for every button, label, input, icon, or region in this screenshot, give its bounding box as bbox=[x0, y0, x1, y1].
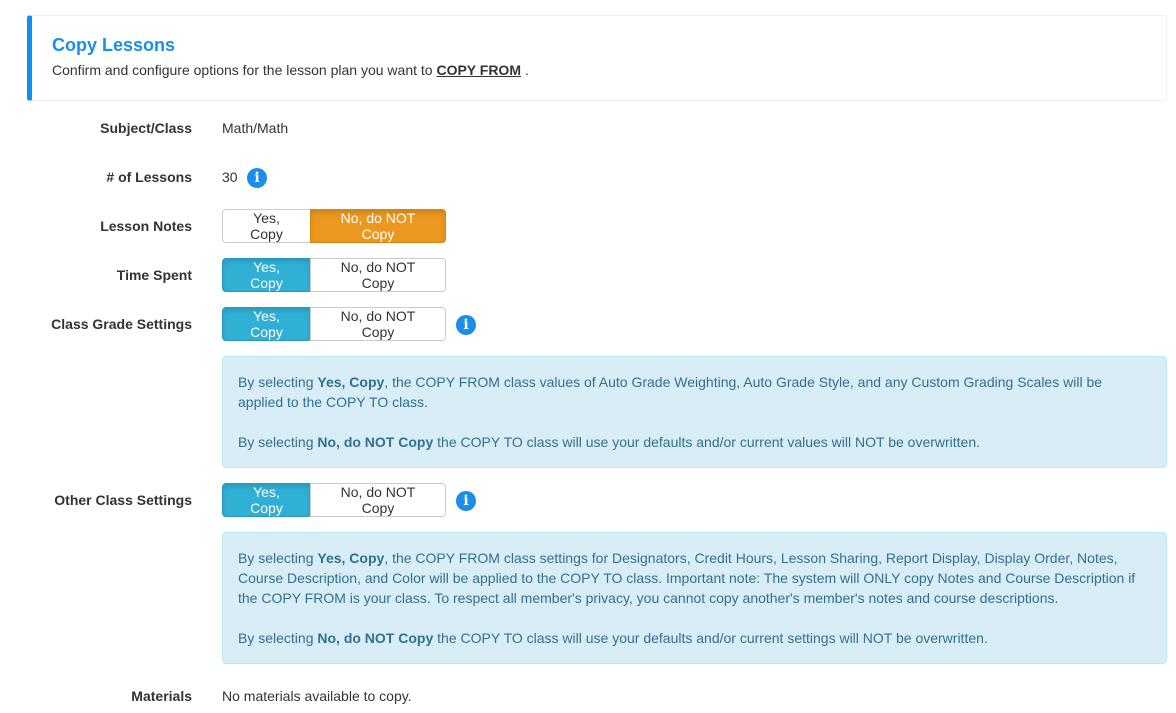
info-no-paragraph: By selecting No, do NOT Copy the COPY TO… bbox=[238, 628, 1151, 648]
info-text: the COPY TO class will use your defaults… bbox=[433, 630, 988, 646]
other-class-settings-info: By selecting Yes, Copy, the COPY FROM cl… bbox=[222, 532, 1167, 664]
class-grade-settings-label: Class Grade Settings bbox=[51, 316, 192, 332]
copy-lessons-header: Copy Lessons Confirm and configure optio… bbox=[27, 15, 1167, 101]
info-bold: No, do NOT Copy bbox=[317, 630, 434, 646]
time-spent-no-button[interactable]: No, do NOT Copy bbox=[310, 258, 446, 292]
class-grade-settings-info: By selecting Yes, Copy, the COPY FROM cl… bbox=[222, 356, 1167, 468]
other-class-settings-toggle: Yes, Copy No, do NOT Copy bbox=[222, 483, 446, 517]
num-lessons-label: # of Lessons bbox=[106, 169, 192, 185]
materials-value: No materials available to copy. bbox=[222, 688, 412, 704]
info-yes-paragraph: By selecting Yes, Copy, the COPY FROM cl… bbox=[238, 372, 1151, 412]
info-text: By selecting bbox=[238, 550, 318, 566]
info-bold: No, do NOT Copy bbox=[317, 434, 434, 450]
info-no-paragraph: By selecting No, do NOT Copy the COPY TO… bbox=[238, 432, 1151, 452]
other-class-settings-no-button[interactable]: No, do NOT Copy bbox=[310, 483, 446, 517]
time-spent-toggle: Yes, Copy No, do NOT Copy bbox=[222, 258, 446, 292]
page-title: Copy Lessons bbox=[52, 35, 176, 55]
lesson-notes-label: Lesson Notes bbox=[100, 218, 192, 234]
lesson-notes-yes-button[interactable]: Yes, Copy bbox=[222, 209, 311, 243]
lesson-notes-toggle: Yes, Copy No, do NOT Copy bbox=[222, 209, 446, 243]
info-icon[interactable]: i bbox=[456, 491, 476, 511]
info-icon[interactable]: i bbox=[456, 315, 476, 335]
subtitle-text: Confirm and configure options for the le… bbox=[52, 62, 437, 78]
info-icon[interactable]: i bbox=[247, 168, 267, 188]
info-bold: Yes, Copy bbox=[317, 550, 385, 566]
info-text: By selecting bbox=[238, 630, 318, 646]
info-text: the COPY TO class will use your defaults… bbox=[433, 434, 981, 450]
info-yes-paragraph: By selecting Yes, Copy, the COPY FROM cl… bbox=[238, 548, 1151, 608]
time-spent-label: Time Spent bbox=[116, 267, 192, 283]
materials-label: Materials bbox=[131, 688, 192, 704]
other-class-settings-label: Other Class Settings bbox=[54, 492, 192, 508]
class-grade-settings-toggle: Yes, Copy No, do NOT Copy bbox=[222, 307, 446, 341]
info-bold: Yes, Copy bbox=[317, 374, 385, 390]
page-subtitle: Confirm and configure options for the le… bbox=[52, 62, 1146, 78]
subject-class-value: Math/Math bbox=[222, 120, 289, 136]
lesson-notes-no-button[interactable]: No, do NOT Copy bbox=[310, 209, 446, 243]
copy-from-emphasis: COPY FROM bbox=[436, 62, 521, 78]
class-grade-settings-no-button[interactable]: No, do NOT Copy bbox=[310, 307, 446, 341]
subject-class-label: Subject/Class bbox=[100, 120, 192, 136]
subtitle-suffix: . bbox=[520, 62, 529, 78]
class-grade-settings-yes-button[interactable]: Yes, Copy bbox=[222, 307, 311, 341]
info-text: By selecting bbox=[238, 434, 318, 450]
other-class-settings-yes-button[interactable]: Yes, Copy bbox=[222, 483, 311, 517]
time-spent-yes-button[interactable]: Yes, Copy bbox=[222, 258, 311, 292]
num-lessons-value: 30 bbox=[222, 169, 238, 185]
info-text: By selecting bbox=[238, 374, 318, 390]
